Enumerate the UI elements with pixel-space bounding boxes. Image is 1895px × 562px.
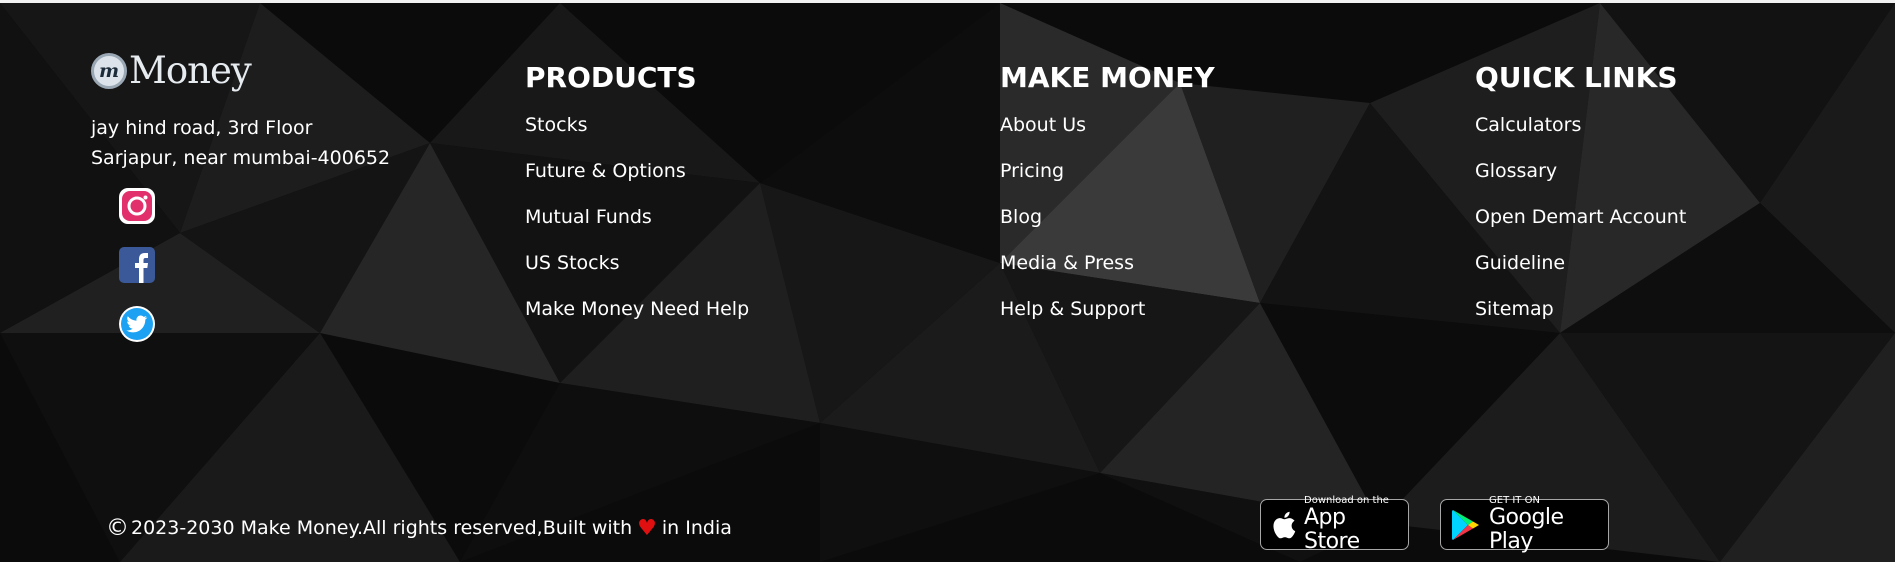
footer-link-mutual-funds[interactable]: Mutual Funds bbox=[525, 194, 749, 240]
products-heading: PRODUCTS bbox=[525, 61, 697, 94]
site-footer: m Money jay hind road, 3rd Floor Sarjapu… bbox=[0, 3, 1895, 562]
brand-badge-icon: m bbox=[91, 52, 127, 89]
address-line-1: jay hind road, 3rd Floor bbox=[91, 117, 313, 139]
footer-link-need-help[interactable]: Make Money Need Help bbox=[525, 286, 749, 332]
google-play-text: GET IT ON Google Play bbox=[1489, 495, 1598, 554]
footer-link-glossary[interactable]: Glossary bbox=[1475, 148, 1686, 194]
copyright-notice: © 2023-2030 Make Money.All rights reserv… bbox=[106, 515, 732, 541]
make-money-heading: MAKE MONEY bbox=[1000, 61, 1215, 94]
footer-link-guideline[interactable]: Guideline bbox=[1475, 240, 1686, 286]
instagram-link[interactable] bbox=[118, 187, 156, 225]
footer-link-calculators[interactable]: Calculators bbox=[1475, 102, 1686, 148]
app-store-big-label: App Store bbox=[1304, 505, 1360, 554]
copyright-location: in India bbox=[661, 517, 732, 539]
products-column: PRODUCTS Stocks Future & Options Mutual … bbox=[525, 61, 749, 342]
footer-link-pricing[interactable]: Pricing bbox=[1000, 148, 1215, 194]
app-store-button[interactable]: Download on the App Store bbox=[1260, 495, 1409, 554]
google-play-button[interactable]: GET IT ON Google Play bbox=[1440, 495, 1609, 554]
make-money-column: MAKE MONEY About Us Pricing Blog Media &… bbox=[1000, 61, 1215, 342]
instagram-icon bbox=[119, 188, 155, 224]
address-line-2: Sarjapur, near mumbai-400652 bbox=[91, 147, 391, 169]
twitter-link[interactable] bbox=[118, 305, 156, 343]
footer-link-stocks[interactable]: Stocks bbox=[525, 102, 749, 148]
quick-links-heading: QUICK LINKS bbox=[1475, 61, 1678, 94]
footer-link-media-press[interactable]: Media & Press bbox=[1000, 240, 1215, 286]
google-play-big-label: Google Play bbox=[1489, 505, 1564, 554]
footer-link-help-support[interactable]: Help & Support bbox=[1000, 286, 1215, 332]
twitter-icon bbox=[119, 306, 155, 342]
heart-icon: ♥ bbox=[637, 515, 657, 541]
brand-logo[interactable]: m Money bbox=[91, 49, 252, 92]
footer-link-blog[interactable]: Blog bbox=[1000, 194, 1215, 240]
footer-link-open-demart-account[interactable]: Open Demart Account bbox=[1475, 194, 1686, 240]
copyright-text: 2023-2030 Make Money.All rights reserved… bbox=[131, 517, 633, 539]
footer-link-sitemap[interactable]: Sitemap bbox=[1475, 286, 1686, 332]
footer-link-future-options[interactable]: Future & Options bbox=[525, 148, 749, 194]
google-play-icon bbox=[1451, 509, 1481, 541]
quick-links-column: QUICK LINKS Calculators Glossary Open De… bbox=[1475, 61, 1686, 342]
apple-icon bbox=[1271, 510, 1296, 540]
footer-link-us-stocks[interactable]: US Stocks bbox=[525, 240, 749, 286]
app-store-text: Download on the App Store bbox=[1304, 495, 1398, 554]
facebook-link[interactable] bbox=[118, 246, 156, 284]
company-address: jay hind road, 3rd Floor Sarjapur, near … bbox=[91, 113, 390, 173]
facebook-icon bbox=[119, 247, 155, 283]
copyright-icon: © bbox=[106, 515, 129, 541]
brand-name: Money bbox=[129, 49, 252, 92]
footer-link-about-us[interactable]: About Us bbox=[1000, 102, 1215, 148]
